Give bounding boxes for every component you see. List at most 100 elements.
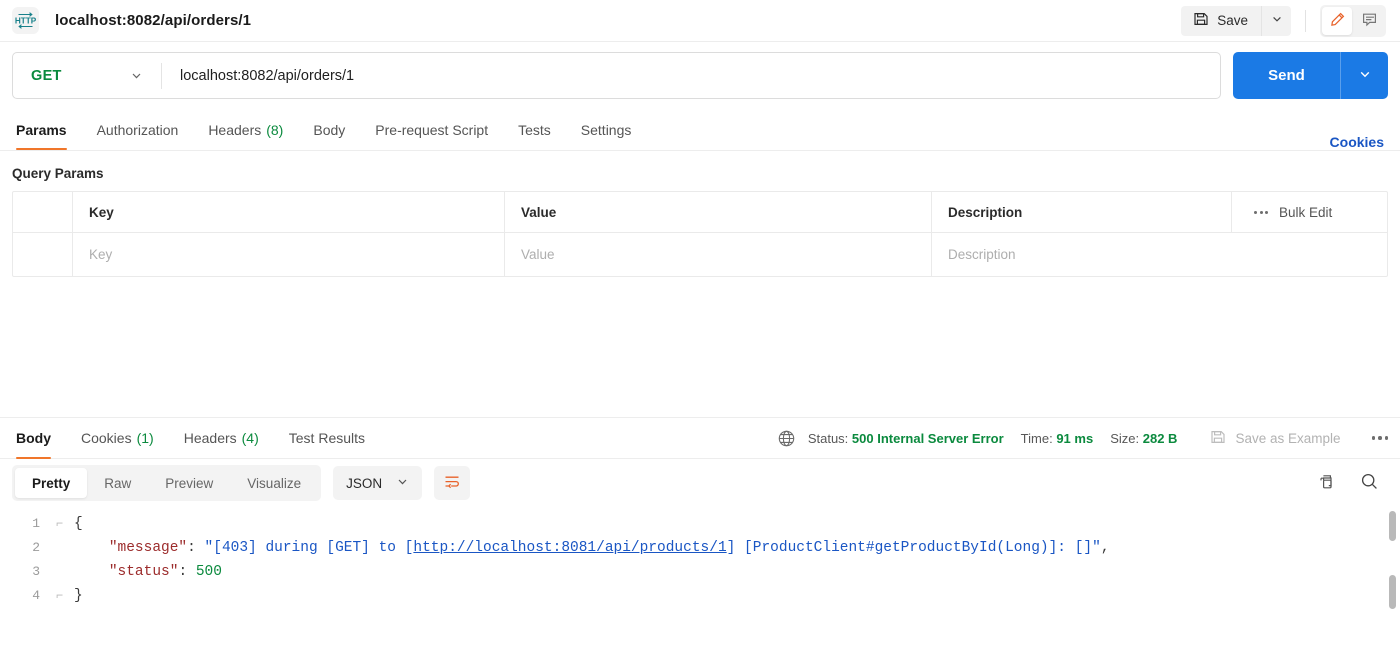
json-value-message-suffix: ] [ProductClient#getProductById(Long)]: … — [726, 540, 1101, 556]
top-icon-group — [1320, 4, 1386, 37]
chevron-down-icon — [1271, 13, 1283, 28]
view-mode-pretty[interactable]: Pretty — [15, 468, 88, 498]
globe-icon — [777, 429, 796, 448]
method-selector[interactable]: GET — [13, 53, 161, 98]
select-all-cell[interactable] — [13, 192, 73, 232]
copy-button[interactable] — [1312, 468, 1342, 498]
send-button[interactable]: Send — [1233, 52, 1340, 99]
chevron-down-icon — [130, 69, 143, 82]
response-tab-body[interactable]: Body — [12, 417, 66, 459]
response-tab-cookies[interactable]: Cookies (1) — [66, 417, 169, 459]
line-number: 4 — [32, 588, 40, 603]
view-mode-raw[interactable]: Raw — [87, 468, 148, 498]
value-input-cell[interactable]: Value — [505, 233, 932, 276]
line-number: 1 — [32, 516, 40, 531]
word-wrap-button[interactable] — [434, 466, 471, 500]
tab-body[interactable]: Body — [298, 110, 360, 150]
line-number: 2 — [32, 540, 40, 555]
response-tab-cookies-count: (1) — [136, 430, 154, 446]
json-key-message: "message" — [108, 540, 188, 556]
save-as-example-button[interactable]: Save as Example — [1210, 429, 1341, 448]
description-input-cell[interactable]: Description — [932, 233, 1387, 276]
tab-params[interactable]: Params — [12, 110, 82, 150]
save-button[interactable]: Save — [1181, 5, 1261, 36]
response-tab-test-results[interactable]: Test Results — [274, 417, 380, 459]
tab-headers-label: Headers — [208, 122, 262, 138]
send-dropdown-button[interactable] — [1340, 52, 1388, 99]
query-params-title: Query Params — [12, 166, 104, 181]
tab-pre-request-script-label: Pre-request Script — [375, 122, 489, 138]
copy-icon — [1318, 473, 1336, 494]
tab-tests[interactable]: Tests — [503, 110, 566, 150]
ellipsis-icon — [1254, 210, 1268, 214]
response-tabs-bar: Body Cookies (1) Headers (4) Test Result… — [0, 417, 1400, 459]
json-colon: : — [187, 540, 205, 556]
fold-marker[interactable]: ⌐ — [56, 584, 74, 608]
search-button[interactable] — [1354, 468, 1384, 498]
column-header-key-label: Key — [89, 204, 114, 220]
code-line: 3 "status" : 500 — [0, 560, 1400, 584]
tab-params-label: Params — [16, 122, 67, 138]
response-tab-headers-label: Headers — [183, 430, 237, 446]
cookies-link[interactable]: Cookies — [1330, 134, 1388, 150]
request-tabs: Params Authorization Headers (8) Body Pr… — [0, 111, 1400, 151]
tab-settings-label: Settings — [580, 122, 632, 138]
view-mode-preview[interactable]: Preview — [148, 468, 230, 498]
json-value-status: 500 — [195, 564, 222, 580]
code-line: 4 ⌐ } — [0, 584, 1400, 608]
bulk-edit-label: Bulk Edit — [1279, 204, 1333, 220]
tab-headers[interactable]: Headers (8) — [193, 110, 298, 150]
tab-authorization[interactable]: Authorization — [82, 110, 194, 150]
top-bar: HTTP localhost:8082/api/orders/1 Save — [0, 0, 1400, 42]
row-checkbox-cell[interactable] — [13, 233, 73, 276]
json-value-link[interactable]: http://localhost:8081/api/products/1 — [413, 536, 726, 560]
json-key-status: "status" — [108, 564, 179, 580]
save-as-example-label: Save as Example — [1235, 430, 1341, 446]
edit-request-button[interactable] — [1322, 6, 1352, 35]
json-value-message-prefix: "[403] during [GET] to [ — [204, 540, 414, 556]
tab-settings[interactable]: Settings — [566, 110, 647, 150]
json-code-block: 1 ⌐ { 2 "message" : "[403] during [GET] … — [0, 507, 1400, 608]
response-more-button[interactable] — [1371, 436, 1388, 440]
chevron-down-icon — [1358, 67, 1372, 84]
description-input-placeholder: Description — [948, 247, 1016, 262]
tab-tests-label: Tests — [518, 122, 551, 138]
view-mode-visualize[interactable]: Visualize — [230, 468, 318, 498]
response-tab-test-results-label: Test Results — [288, 430, 366, 446]
comment-button[interactable] — [1354, 7, 1384, 35]
json-brace-open: { — [74, 516, 83, 532]
size-value: 282 B — [1142, 430, 1178, 446]
json-comma: , — [1100, 540, 1110, 556]
scrollbar-thumb-upper[interactable] — [1389, 511, 1396, 541]
tab-authorization-label: Authorization — [96, 122, 179, 138]
bulk-edit-cell[interactable]: Bulk Edit — [1232, 192, 1387, 232]
save-dropdown-button[interactable] — [1261, 5, 1291, 36]
response-body-toolbar: Pretty Raw Preview Visualize JSON — [0, 459, 1400, 507]
code-line: 2 "message" : "[403] during [GET] to [ h… — [0, 536, 1400, 560]
floppy-disk-icon — [1210, 429, 1226, 448]
table-header-row: Key Value Description Bulk Edit — [13, 192, 1387, 233]
vertical-scrollbar[interactable] — [1389, 509, 1396, 615]
response-tab-headers[interactable]: Headers (4) — [169, 417, 274, 459]
fold-marker[interactable]: ⌐ — [56, 512, 74, 536]
response-body-viewer[interactable]: 1 ⌐ { 2 "message" : "[403] during [GET] … — [0, 507, 1400, 619]
format-label: JSON — [346, 475, 383, 491]
status-value: 500 Internal Server Error — [851, 430, 1004, 446]
query-params-table: Key Value Description Bulk Edit Key Valu… — [12, 191, 1388, 277]
time-value: 91 ms — [1056, 430, 1094, 446]
tab-pre-request-script[interactable]: Pre-request Script — [360, 110, 503, 150]
format-selector[interactable]: JSON — [333, 466, 423, 500]
request-url-row: GET Send — [0, 42, 1400, 111]
url-box: GET — [12, 52, 1221, 99]
svg-text:HTTP: HTTP — [15, 16, 36, 25]
url-input[interactable] — [162, 53, 1220, 98]
tab-body-label: Body — [313, 122, 346, 138]
size-label: Size: — [1110, 430, 1140, 446]
key-input-cell[interactable]: Key — [73, 233, 505, 276]
scrollbar-thumb-lower[interactable] — [1389, 575, 1396, 609]
save-button-label: Save — [1217, 13, 1248, 28]
status-badge: Status: 500 Internal Server Error — [808, 431, 1004, 446]
code-line: 1 ⌐ { — [0, 512, 1400, 536]
column-header-value-label: Value — [521, 204, 557, 220]
